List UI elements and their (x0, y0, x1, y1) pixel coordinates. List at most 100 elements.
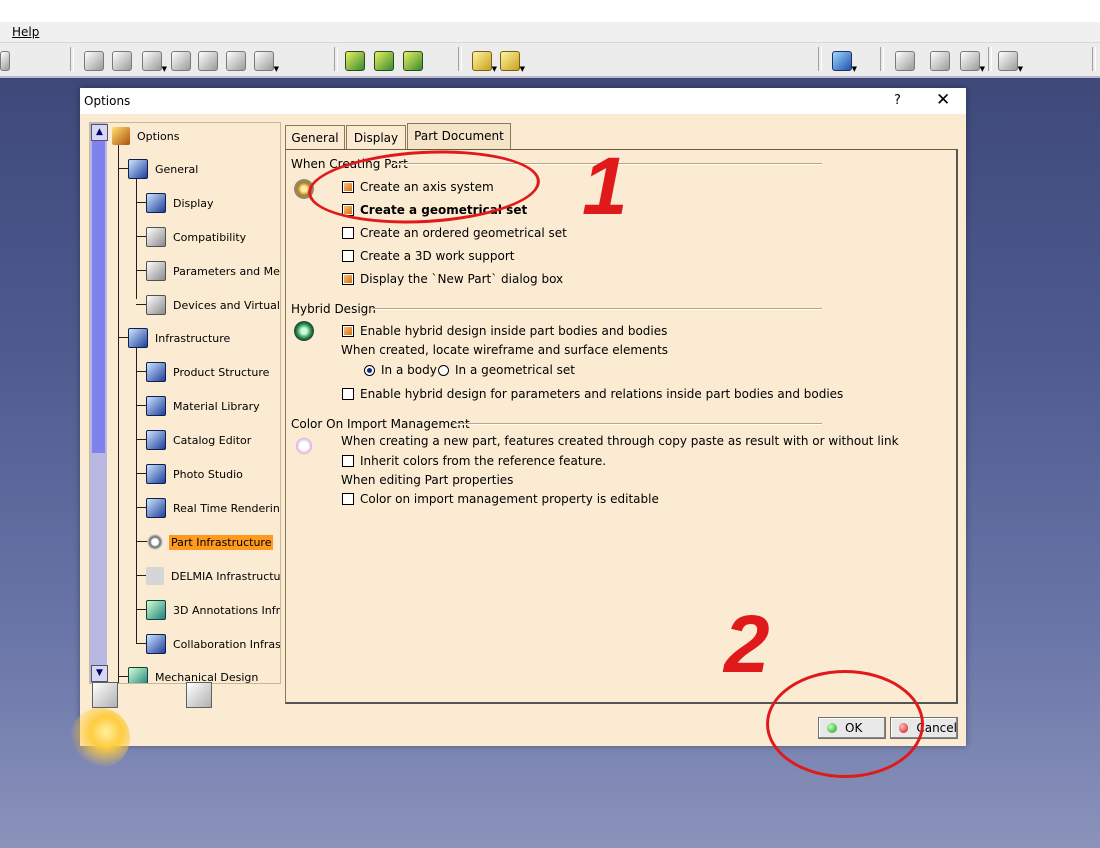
compatibility-icon (146, 227, 166, 247)
menu-help[interactable]: Help (12, 25, 39, 39)
gear-icon (146, 533, 164, 551)
palette-icon (294, 436, 314, 456)
toolbar-separator (458, 47, 462, 71)
tree-item-general[interactable]: General (128, 159, 200, 179)
photo-studio-icon (146, 464, 166, 484)
tree-item-devices[interactable]: Devices and Virtual Re (146, 295, 280, 315)
toolbar-render-icon[interactable] (374, 51, 394, 71)
tree-line (136, 168, 137, 299)
tree-item-3d-annotations[interactable]: 3D Annotations Infra (146, 600, 280, 620)
checkbox-inherit-colors[interactable] (342, 455, 354, 467)
annotation-number-1: 1 (582, 141, 628, 232)
delmia-icon (146, 567, 164, 585)
tree-item-compatibility[interactable]: Compatibility (146, 227, 248, 247)
option-enable-hybrid[interactable]: Enable hybrid design inside part bodies … (342, 324, 667, 338)
tab-display[interactable]: Display (346, 125, 406, 150)
collaboration-icon (146, 634, 166, 654)
toolbar-layers-icon[interactable]: ▼ (472, 51, 497, 73)
radio-in-a-body-circle[interactable] (364, 364, 375, 376)
toolbar-shape-icon[interactable] (84, 51, 104, 71)
menu-bar: Help (0, 22, 1100, 43)
toolbar-fit-icon[interactable]: ▼ (998, 51, 1023, 73)
tab-general[interactable]: General (285, 125, 345, 150)
checkbox-enable-hybrid[interactable] (342, 325, 354, 337)
tree-item-part-infrastructure[interactable]: Part Infrastructure (146, 532, 274, 552)
toolbar-shape-icon[interactable]: ▼ (142, 51, 167, 73)
devices-icon (146, 295, 166, 315)
tab-part-document[interactable]: Part Document (407, 123, 511, 151)
annotation-number-2: 2 (724, 599, 770, 690)
tree-home-icon[interactable] (92, 682, 118, 708)
tree-item-collaboration[interactable]: Collaboration Infrast (146, 634, 280, 654)
toolbar-separator (818, 47, 822, 71)
editing-label: When editing Part properties (341, 473, 514, 487)
option-ordered-geometrical-set[interactable]: Create an ordered geometrical set (342, 226, 567, 240)
scroll-thumb[interactable] (92, 141, 105, 453)
toolbar-layers-icon[interactable]: ▼ (500, 51, 525, 73)
toolbar-tool-icon[interactable] (930, 51, 950, 71)
tree-item-parameters[interactable]: Parameters and Meas (146, 261, 280, 281)
toolbar-shape-icon[interactable] (171, 51, 191, 71)
tree-item-material-library[interactable]: Material Library (146, 396, 262, 416)
part-document-panel: When Creating Part Create an axis system… (285, 149, 958, 704)
tree-item-real-time-rendering[interactable]: Real Time Rendering (146, 498, 280, 518)
annotation-ellipse-2 (766, 670, 924, 778)
toolbar-shape-icon[interactable] (112, 51, 132, 71)
close-button[interactable]: ✕ (936, 90, 950, 110)
hybrid-design-icon (294, 321, 314, 341)
toolbar-grid-icon[interactable]: ▼ (960, 51, 985, 73)
option-hybrid-parameters[interactable]: Enable hybrid design for parameters and … (342, 387, 843, 401)
toolbar-shape-icon[interactable] (198, 51, 218, 71)
radio-in-geometrical-set[interactable]: In a geometrical set (438, 363, 575, 377)
help-button[interactable]: ? (894, 93, 901, 108)
radio-in-geometrical-set-circle[interactable] (438, 364, 449, 376)
toolbar-stack-icon[interactable]: ▼ (832, 51, 857, 73)
tree-line (136, 337, 137, 643)
dialog-titlebar: Options ? ✕ (80, 88, 966, 114)
tree-item-infrastructure[interactable]: Infrastructure (128, 328, 232, 348)
annotations-icon (146, 600, 166, 620)
parameters-icon (146, 261, 166, 281)
scroll-up-icon[interactable]: ▲ (91, 124, 108, 141)
toolbar-tool-icon[interactable] (895, 51, 915, 71)
general-icon (128, 159, 148, 179)
color-description: When creating a new part, features creat… (341, 434, 899, 448)
checkbox-new-part-dialog[interactable] (342, 273, 354, 285)
options-icon (112, 127, 130, 145)
tree-scrollbar[interactable]: ▲ ▼ (90, 123, 108, 683)
material-library-icon (146, 396, 166, 416)
tree-item-display[interactable]: Display (146, 193, 216, 213)
toolbar-render-icon[interactable] (403, 51, 423, 71)
group-title-color: Color On Import Management (291, 417, 470, 431)
toolbar-separator (1092, 47, 1096, 71)
checkbox-hybrid-parameters[interactable] (342, 388, 354, 400)
option-3d-work-support[interactable]: Create a 3D work support (342, 249, 514, 263)
catia-logo-icon (70, 708, 130, 768)
option-inherit-colors[interactable]: Inherit colors from the reference featur… (342, 454, 606, 468)
locate-label: When created, locate wireframe and surfa… (341, 343, 669, 357)
checkbox-ordered-geometrical-set[interactable] (342, 227, 354, 239)
tree-item-photo-studio[interactable]: Photo Studio (146, 464, 245, 484)
toolbar-target-icon[interactable] (226, 51, 246, 71)
checkbox-3d-work-support[interactable] (342, 250, 354, 262)
infrastructure-icon (128, 328, 148, 348)
toolbar-render-icon[interactable] (345, 51, 365, 71)
top-bar (0, 0, 1100, 22)
toolbar-separator (334, 47, 338, 71)
option-color-editable[interactable]: Color on import management property is e… (342, 492, 659, 506)
tree-item-delmia-infrastructure[interactable]: DELMIA Infrastructur (146, 566, 280, 586)
tree-root-options[interactable]: Options (112, 126, 181, 146)
scroll-down-icon[interactable]: ▼ (91, 665, 108, 682)
display-icon (146, 193, 166, 213)
toolbar-edge-icon[interactable] (0, 51, 10, 71)
catalog-editor-icon (146, 430, 166, 450)
toolbar-shape-icon[interactable]: ▼ (254, 51, 279, 73)
checkbox-color-editable[interactable] (342, 493, 354, 505)
group-divider (372, 308, 822, 310)
tree-item-catalog-editor[interactable]: Catalog Editor (146, 430, 253, 450)
tree-item-product-structure[interactable]: Product Structure (146, 362, 271, 382)
options-tree: ▲ ▼ Options General Display Compatibilit… (89, 122, 281, 684)
option-new-part-dialog[interactable]: Display the `New Part` dialog box (342, 272, 563, 286)
radio-in-a-body[interactable]: In a body (364, 363, 437, 377)
tree-document-icon[interactable] (186, 682, 212, 708)
